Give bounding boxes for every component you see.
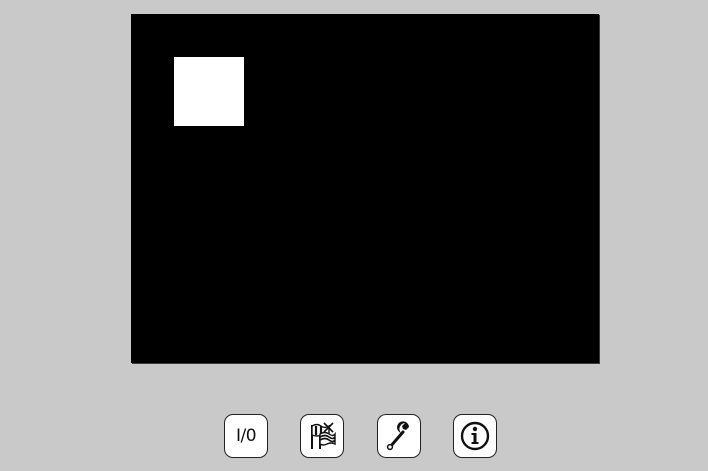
display-screen bbox=[131, 14, 599, 363]
language-button[interactable] bbox=[300, 414, 344, 458]
bottom-toolbar: I/0 bbox=[224, 414, 504, 460]
info-button[interactable] bbox=[453, 414, 497, 458]
white-square-marker bbox=[174, 57, 244, 126]
power-toggle-label: I/0 bbox=[235, 426, 257, 446]
wrench-icon bbox=[384, 421, 414, 451]
power-toggle-button[interactable]: I/0 bbox=[224, 414, 268, 458]
flags-icon bbox=[307, 421, 337, 451]
info-icon bbox=[459, 420, 491, 452]
settings-button[interactable] bbox=[377, 414, 421, 458]
